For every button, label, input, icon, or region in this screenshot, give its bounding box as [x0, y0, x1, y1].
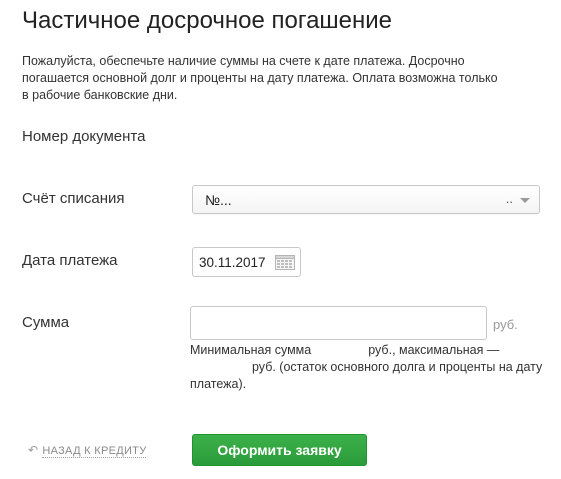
submit-application-button[interactable]: Оформить заявку [192, 434, 367, 466]
calendar-icon[interactable] [275, 255, 295, 270]
page-title: Частичное досрочное погашение [22, 7, 393, 34]
account-label: Счёт списания [22, 190, 125, 207]
intro-line: погашается основной долг и проценты на д… [22, 71, 498, 85]
intro-line: Пожалуйста, обеспечьте наличие суммы на … [22, 54, 465, 68]
amount-input[interactable] [190, 306, 487, 340]
account-select-value: №... [205, 192, 232, 208]
document-number-label: Номер документа [22, 128, 146, 145]
amount-hint-line: платежа). [190, 377, 247, 391]
payment-date-value: 30.11.2017 [199, 255, 266, 270]
back-to-credit-link[interactable]: ↶ НАЗАД К КРЕДИТУ [28, 443, 147, 458]
payment-date-label: Дата платежа [22, 252, 118, 269]
amount-hint-min-label: Минимальная сумма [190, 343, 312, 357]
amount-hint-line: руб. (остаток основного долга и проценты… [252, 360, 543, 374]
amount-unit: руб. [493, 317, 518, 332]
back-to-credit-label: НАЗАД К КРЕДИТУ [42, 445, 147, 458]
return-arrow-icon: ↶ [28, 443, 39, 457]
account-select[interactable]: №... .. [192, 185, 540, 214]
payment-date-field[interactable]: 30.11.2017 [192, 247, 301, 277]
amount-hint-max-label: руб., максимальная — [368, 343, 500, 357]
account-select-suffix: .. [505, 191, 513, 206]
chevron-down-icon[interactable] [520, 198, 530, 203]
intro-text: Пожалуйста, обеспечьте наличие суммы на … [22, 53, 542, 104]
amount-label: Сумма [22, 314, 70, 331]
amount-hint: Минимальная сумма руб., максимальная — ру… [190, 342, 550, 393]
amount-hint-line: Минимальная сумма руб., максимальная — [190, 342, 550, 359]
intro-line: в рабочие банковские дни. [22, 88, 178, 102]
